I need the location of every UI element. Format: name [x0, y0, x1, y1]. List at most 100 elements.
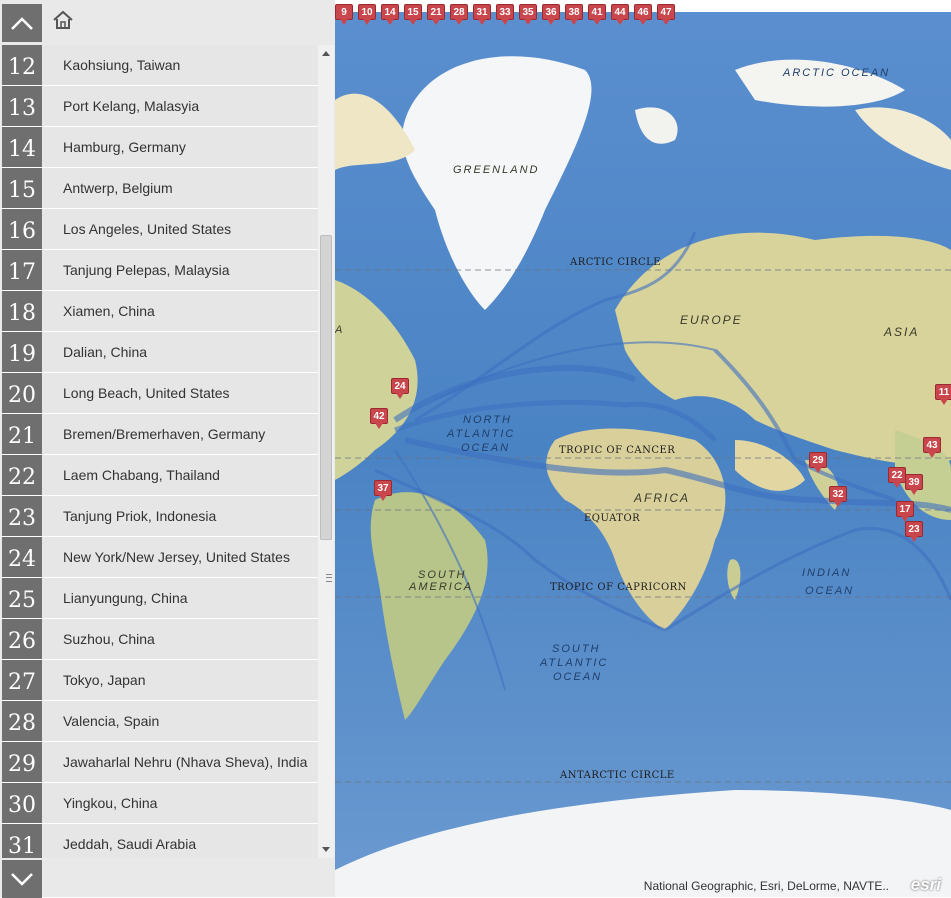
map-pin[interactable]: 43 [923, 437, 941, 458]
world-map[interactable]: ARCTIC OCEAN GREENLAND EUROPE ASIA NORTH… [335, 0, 951, 897]
list-item[interactable]: 30 Yingkou, China [0, 783, 318, 824]
rank-badge: 30 [2, 783, 42, 823]
rank-badge: 29 [2, 742, 42, 782]
port-name: Tanjung Priok, Indonesia [43, 496, 318, 536]
port-name: Port Kelang, Malasyia [43, 86, 318, 126]
list-item[interactable]: 22 Laem Chabang, Thailand [0, 455, 318, 496]
label-north-atlantic-1: NORTH [463, 414, 512, 426]
list-scrollbar[interactable] [318, 45, 334, 858]
list-item[interactable]: 17 Tanjung Pelepas, Malaysia [0, 250, 318, 291]
map-pin[interactable]: 37 [374, 480, 392, 501]
label-africa: AFRICA [634, 491, 691, 505]
list-item[interactable]: 13 Port Kelang, Malasyia [0, 86, 318, 127]
grip-icon [326, 574, 332, 582]
scroll-arrow-down-icon[interactable] [322, 847, 330, 852]
map-pin[interactable]: 15 [404, 4, 422, 25]
map-pin[interactable]: 14 [381, 4, 399, 25]
list-item[interactable]: 15 Antwerp, Belgium [0, 168, 318, 209]
map-pin[interactable]: 22 [888, 467, 906, 488]
rank-badge: 12 [2, 45, 42, 85]
map-pin[interactable]: 33 [496, 4, 514, 25]
map-pin[interactable]: 11 [935, 384, 951, 405]
scroll-down-button[interactable] [2, 860, 42, 898]
label-south-atlantic-3: OCEAN [553, 671, 603, 683]
port-name: Los Angeles, United States [43, 209, 318, 249]
list-item[interactable]: 18 Xiamen, China [0, 291, 318, 332]
list-item[interactable]: 25 Lianyungung, China [0, 578, 318, 619]
list-item[interactable]: 20 Long Beach, United States [0, 373, 318, 414]
map-pin[interactable]: 44 [611, 4, 629, 25]
rank-badge: 20 [2, 373, 42, 413]
label-south-atlantic-1: SOUTH [552, 643, 601, 655]
label-south-atlantic-2: ATLANTIC [540, 657, 609, 669]
port-name: Long Beach, United States [43, 373, 318, 413]
list-item[interactable]: 14 Hamburg, Germany [0, 127, 318, 168]
port-name: Yingkou, China [43, 783, 318, 823]
port-name: Kaohsiung, Taiwan [43, 45, 318, 85]
label-europe: EUROPE [680, 313, 743, 327]
label-arctic-ocean: ARCTIC OCEAN [783, 67, 891, 79]
map-pin[interactable]: 36 [542, 4, 560, 25]
map-pin[interactable]: 35 [519, 4, 537, 25]
label-south-america-1: SOUTH [418, 569, 467, 581]
map-pin[interactable]: 9 [335, 4, 353, 25]
label-tropic-cancer: TROPIC OF CANCER [559, 445, 676, 456]
list-item[interactable]: 12 Kaohsiung, Taiwan [0, 45, 318, 86]
map-pin[interactable]: 41 [588, 4, 606, 25]
map-pin[interactable]: 47 [657, 4, 675, 25]
map-pin[interactable]: 17 [896, 501, 914, 522]
scroll-arrow-up-icon[interactable] [322, 51, 330, 56]
list-item[interactable]: 28 Valencia, Spain [0, 701, 318, 742]
port-name: Antwerp, Belgium [43, 168, 318, 208]
label-equator: EQUATOR [584, 513, 641, 524]
rank-badge: 22 [2, 455, 42, 495]
rank-badge: 31 [2, 824, 42, 858]
list-item[interactable]: 24 New York/New Jersey, United States [0, 537, 318, 578]
port-name: Lianyungung, China [43, 578, 318, 618]
scroll-up-button[interactable] [2, 4, 42, 42]
rank-badge: 27 [2, 660, 42, 700]
list-item[interactable]: 16 Los Angeles, United States [0, 209, 318, 250]
map-pin[interactable]: 38 [565, 4, 583, 25]
list-item[interactable]: 31 Jeddah, Saudi Arabia [0, 824, 318, 858]
rank-badge: 17 [2, 250, 42, 290]
rank-badge: 28 [2, 701, 42, 741]
map-pin[interactable]: 29 [809, 452, 827, 473]
port-name: Tokyo, Japan [43, 660, 318, 700]
label-indian-ocean-1: INDIAN [802, 567, 852, 579]
label-tropic-capricorn: TROPIC OF CAPRICORN [550, 582, 687, 593]
scroll-thumb[interactable] [320, 235, 332, 582]
esri-logo: esri [910, 875, 941, 894]
list-item[interactable]: 21 Bremen/Bremerhaven, Germany [0, 414, 318, 455]
list-item[interactable]: 19 Dalian, China [0, 332, 318, 373]
home-icon [53, 10, 73, 29]
list-item[interactable]: 23 Tanjung Priok, Indonesia [0, 496, 318, 537]
port-name: Tanjung Pelepas, Malaysia [43, 250, 318, 290]
label-antarctic-circle: ANTARCTIC CIRCLE [560, 770, 675, 781]
map-pin[interactable]: 10 [358, 4, 376, 25]
port-name: Suzhou, China [43, 619, 318, 659]
rank-badge: 19 [2, 332, 42, 372]
map-pin[interactable]: 21 [427, 4, 445, 25]
rank-badge: 16 [2, 209, 42, 249]
map-pin[interactable]: 42 [370, 408, 388, 429]
rank-badge: 24 [2, 537, 42, 577]
label-south-america-2: AMERICA [409, 581, 474, 593]
map-pin[interactable]: 39 [905, 474, 923, 495]
label-indian-ocean-2: OCEAN [805, 585, 855, 597]
list-item[interactable]: 27 Tokyo, Japan [0, 660, 318, 701]
rank-badge: 18 [2, 291, 42, 331]
map-pin[interactable]: 32 [829, 486, 847, 507]
map-pin[interactable]: 23 [905, 521, 923, 542]
list-item[interactable]: 29 Jawaharlal Nehru (Nhava Sheva), India [0, 742, 318, 783]
map-pin[interactable]: 24 [391, 378, 409, 399]
port-name: Dalian, China [43, 332, 318, 372]
port-name: Jeddah, Saudi Arabia [43, 824, 318, 858]
home-button[interactable] [52, 9, 74, 31]
map-pin[interactable]: 31 [473, 4, 491, 25]
list-item[interactable]: 26 Suzhou, China [0, 619, 318, 660]
map-pin[interactable]: 46 [634, 4, 652, 25]
map-pin[interactable]: 28 [450, 4, 468, 25]
rank-badge: 25 [2, 578, 42, 618]
rank-badge: 14 [2, 127, 42, 167]
